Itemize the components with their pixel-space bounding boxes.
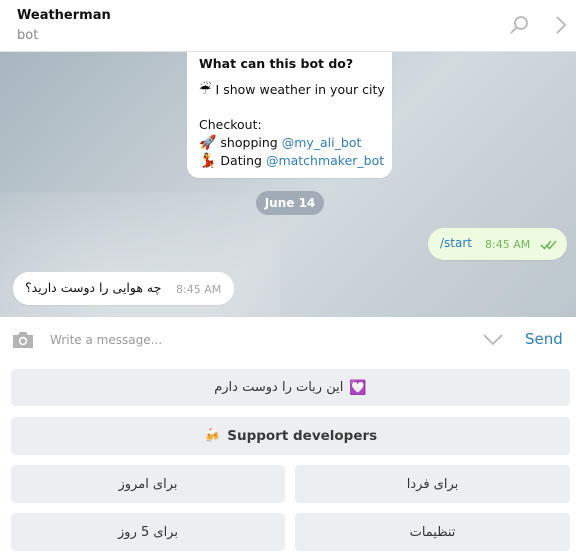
support-developers-label: Support developers: [227, 428, 378, 444]
date-divider: June 14: [256, 191, 324, 215]
reply-keyboard: 💟 این ربات را دوست دارم 🍻 Support develo…: [0, 363, 576, 556]
like-bot-label: این ربات را دوست دارم: [214, 380, 344, 395]
shopping-label: shopping: [220, 135, 278, 150]
umbrella-icon: ☔: [199, 82, 212, 98]
today-weather-button[interactable]: برای امروز: [11, 465, 285, 503]
message-time: 8:45 AM: [485, 238, 531, 251]
intro-line-shopping: 🚀 shopping @my_ali_bot: [199, 134, 380, 152]
beer-icon: 🍻: [203, 428, 222, 444]
intro-text: I show weather in your city: [215, 82, 385, 97]
double-check-icon: [540, 240, 557, 250]
message-time: 8:45 AM: [176, 283, 222, 296]
five-day-forecast-button[interactable]: برای 5 روز: [11, 513, 285, 551]
dancer-icon: 💃: [199, 153, 217, 169]
message-text: چه هوایی را دوست دارید؟: [25, 280, 162, 295]
camera-icon[interactable]: [11, 330, 35, 350]
chat-header: Weatherman bot: [0, 0, 576, 52]
bot-intro-card: What can this bot do? ☔ I show weather i…: [187, 52, 392, 178]
message-composer: Send: [0, 317, 576, 363]
chevron-down-icon[interactable]: [481, 332, 505, 348]
outgoing-message[interactable]: /start 8:45 AM: [428, 228, 567, 260]
shopping-bot-link[interactable]: @my_ali_bot: [282, 135, 362, 150]
tomorrow-weather-button[interactable]: برای فردا: [295, 465, 570, 503]
message-text[interactable]: /start: [440, 236, 472, 250]
message-input[interactable]: [50, 329, 450, 351]
settings-button[interactable]: تنظیمات: [295, 513, 570, 551]
dating-bot-link[interactable]: @matchmaker_bot: [266, 153, 384, 168]
search-icon[interactable]: [508, 13, 532, 37]
chat-subtitle: bot: [17, 28, 39, 43]
chat-history[interactable]: What can this bot do? ☔ I show weather i…: [0, 52, 576, 317]
intro-line-weather: ☔ I show weather in your city: [199, 81, 385, 99]
send-button[interactable]: Send: [525, 330, 563, 348]
chevron-right-icon[interactable]: [549, 13, 573, 37]
chat-title[interactable]: Weatherman: [17, 8, 111, 23]
checkout-label: Checkout:: [199, 117, 262, 132]
intro-heading: What can this bot do?: [199, 56, 354, 71]
dating-label: Dating: [220, 153, 262, 168]
rocket-icon: 🚀: [199, 135, 217, 151]
incoming-message[interactable]: چه هوایی را دوست دارید؟ 8:45 AM: [13, 272, 234, 305]
like-bot-button[interactable]: 💟 این ربات را دوست دارم: [11, 369, 570, 406]
intro-line-dating: 💃 Dating @matchmaker_bot: [199, 152, 384, 170]
support-developers-button[interactable]: 🍻 Support developers: [11, 417, 570, 455]
heart-icon: 💟: [349, 379, 367, 396]
